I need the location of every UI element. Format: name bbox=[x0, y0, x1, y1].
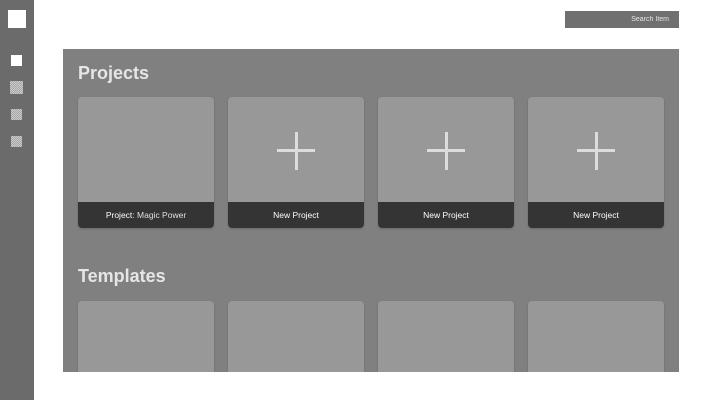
nav-icon-pattern[interactable] bbox=[10, 81, 23, 94]
search-input[interactable] bbox=[565, 11, 679, 28]
nav-icon-pattern[interactable] bbox=[11, 136, 22, 147]
plus-icon bbox=[277, 132, 315, 170]
new-project-card[interactable]: New Project bbox=[378, 97, 514, 228]
new-project-label: New Project bbox=[228, 202, 364, 228]
templates-title: Templates bbox=[78, 266, 166, 286]
new-project-card[interactable]: New Project bbox=[528, 97, 664, 228]
project-label-prefix: Project bbox=[105, 210, 133, 220]
new-project-card[interactable]: New Project bbox=[228, 97, 364, 228]
template-card[interactable] bbox=[228, 301, 364, 372]
template-card[interactable] bbox=[378, 301, 514, 372]
project-name: : Magic Power bbox=[132, 210, 187, 220]
home-icon[interactable] bbox=[11, 55, 22, 66]
project-card[interactable]: Project: Magic Power bbox=[78, 97, 214, 228]
plus-icon bbox=[577, 132, 615, 170]
app-logo[interactable] bbox=[8, 10, 26, 28]
sidebar bbox=[0, 0, 34, 400]
projects-title: Projects bbox=[78, 63, 150, 83]
plus-icon bbox=[427, 132, 465, 170]
template-card[interactable] bbox=[528, 301, 664, 372]
new-project-label: New Project bbox=[378, 202, 514, 228]
project-card-footer: Project: Magic Power bbox=[78, 202, 214, 228]
main-panel: Projects Project: Magic Power New Projec… bbox=[63, 49, 679, 372]
nav-icon-pattern[interactable] bbox=[11, 109, 22, 120]
new-project-label: New Project bbox=[528, 202, 664, 228]
template-card[interactable] bbox=[78, 301, 214, 372]
